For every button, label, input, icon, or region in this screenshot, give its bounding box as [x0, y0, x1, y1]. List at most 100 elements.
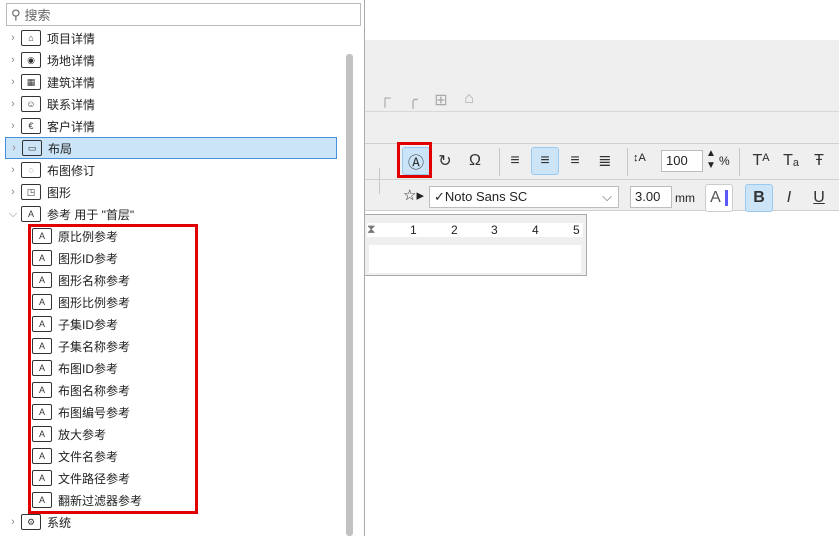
- omega-icon: Ω: [469, 152, 481, 169]
- chevron-right-icon[interactable]: ›: [5, 186, 21, 198]
- tree-item[interactable]: › ◉ 场地详情: [5, 49, 337, 71]
- tree-item-label: 系统: [47, 515, 72, 530]
- tree-item-label: 场地详情: [47, 53, 96, 68]
- ruler-panel: ⧗ 1 2 3 4 5: [365, 214, 587, 276]
- editor-area: ┌ ╭ ⊞ ⌂ Ⓐ ↻ Ω ≡ ≡ ≡ ≣ ↕A 100 ▲ ▼ % Tᴬ Tₐ …: [365, 0, 839, 536]
- special-char-button[interactable]: Ω: [461, 147, 489, 175]
- subscript-icon: Tₐ: [783, 152, 799, 169]
- search-placeholder: 搜索: [24, 8, 51, 23]
- ruler-scale[interactable]: ⧗ 1 2 3 4 5: [367, 222, 583, 237]
- underline-button[interactable]: U: [805, 184, 833, 212]
- justify-icon: ≣: [598, 153, 612, 170]
- home-icon[interactable]: ⌂: [459, 90, 479, 110]
- highlight-box-children: [28, 224, 198, 514]
- font-value: ✓Noto Sans SC: [434, 189, 528, 204]
- tree-item[interactable]: › ▭ 布局: [5, 137, 337, 159]
- tree-item[interactable]: › ◌ 布图修订: [5, 159, 337, 181]
- strikethrough-button[interactable]: Ŧ: [805, 147, 833, 175]
- revision-icon: ◌: [21, 162, 41, 178]
- align-center-button[interactable]: ≡: [531, 147, 559, 175]
- building-icon: ▦: [21, 74, 41, 90]
- tree-item[interactable]: › ⌂ 项目详情: [5, 27, 337, 49]
- chevron-right-icon[interactable]: ›: [5, 164, 21, 176]
- tree-item-label: 参考 用于 "首层": [47, 207, 135, 222]
- text-color-button[interactable]: A: [705, 184, 733, 212]
- layout-icon: ▭: [22, 140, 42, 156]
- align-left-button[interactable]: ≡: [501, 147, 529, 175]
- text-area[interactable]: [369, 245, 581, 273]
- underline-label: U: [813, 189, 825, 206]
- tree-item-label: 项目详情: [47, 31, 96, 46]
- corner-icon[interactable]: ┌: [375, 90, 395, 110]
- tree-item-label: 图形: [47, 185, 72, 200]
- font-select[interactable]: ✓Noto Sans SC ⌵: [429, 186, 619, 208]
- line-spacing-value: 100: [666, 153, 688, 168]
- italic-label: I: [786, 189, 792, 206]
- tree-item[interactable]: › ▦ 建筑详情: [5, 71, 337, 93]
- line-spacing-input[interactable]: 100: [661, 150, 703, 172]
- tree-item-label: 建筑详情: [47, 75, 96, 90]
- rotate-text-button[interactable]: ↻: [431, 147, 459, 175]
- text-color-label: A: [710, 189, 721, 206]
- navigator-panel: ⚲ 搜索 › ⌂ 项目详情 › ◉ 场地详情 › ▦ 建筑详情 › ☺ 联系详情 › € 客户详情 › ▭ 布局 ›…: [0, 0, 365, 536]
- tree-item-label: 联系详情: [47, 97, 96, 112]
- rotate-icon: ↻: [438, 153, 452, 170]
- ruler-tick: 3: [491, 223, 498, 237]
- ruler-tick: 2: [451, 223, 458, 237]
- strikethrough-icon: Ŧ: [814, 152, 824, 169]
- chevron-right-icon[interactable]: ›: [6, 142, 22, 154]
- chevron-right-icon[interactable]: ›: [5, 516, 21, 528]
- align-right-button[interactable]: ≡: [561, 147, 589, 175]
- chevron-right-icon[interactable]: ›: [5, 54, 21, 66]
- spinner-icon[interactable]: ▲ ▼: [706, 148, 716, 172]
- chevron-down-icon[interactable]: ⌵: [5, 208, 21, 221]
- superscript-button[interactable]: Tᴬ: [747, 147, 775, 175]
- bold-label: B: [753, 189, 765, 206]
- align-right-icon: ≡: [570, 152, 580, 169]
- chevron-right-icon[interactable]: ›: [5, 32, 21, 44]
- indent-marker-icon[interactable]: ⧗: [367, 222, 375, 237]
- search-icon: ⚲: [11, 6, 21, 22]
- font-size-input[interactable]: 3.00: [630, 186, 672, 208]
- tree-item-system[interactable]: › ⚙ 系统: [5, 511, 337, 533]
- system-icon: ⚙: [21, 514, 41, 530]
- tree-item[interactable]: › € 客户详情: [5, 115, 337, 137]
- ruler-tick: 5: [573, 223, 580, 237]
- text-format-toolbar: Ⓐ ↻ Ω ≡ ≡ ≡ ≣ ↕A 100 ▲ ▼ % Tᴬ Tₐ Ŧ ☆▸ ✓No…: [365, 143, 839, 212]
- color-swatch: [724, 190, 728, 206]
- map-pin-icon: ◉: [21, 52, 41, 68]
- highlight-box-toolbar: [397, 142, 432, 178]
- house-icon: ⌂: [21, 30, 41, 46]
- chevron-down-icon: ⌵: [602, 189, 612, 204]
- tree-item-label: 布图修订: [47, 163, 96, 178]
- toolbar-top: ┌ ╭ ⊞ ⌂: [365, 40, 839, 112]
- scrollbar[interactable]: [346, 54, 353, 536]
- contact-icon: ☺: [21, 96, 41, 112]
- subscript-button[interactable]: Tₐ: [777, 147, 805, 175]
- tree-item[interactable]: › ◳ 图形: [5, 181, 337, 203]
- drawing-icon: ◳: [21, 184, 41, 200]
- arc-icon[interactable]: ╭: [403, 90, 423, 110]
- tree-item-label: 布局: [48, 141, 73, 156]
- tree-item[interactable]: › ☺ 联系详情: [5, 93, 337, 115]
- align-center-icon: ≡: [540, 152, 550, 169]
- italic-button[interactable]: I: [775, 184, 803, 212]
- chevron-right-icon[interactable]: ›: [5, 120, 21, 132]
- chevron-right-icon[interactable]: ›: [5, 98, 21, 110]
- unit-label: mm: [675, 191, 695, 205]
- percent-label: %: [719, 154, 730, 168]
- superscript-icon: Tᴬ: [752, 152, 770, 169]
- resize-icon[interactable]: ⊞: [431, 90, 451, 110]
- chevron-right-icon[interactable]: ›: [5, 76, 21, 88]
- align-left-icon: ≡: [510, 152, 520, 169]
- client-icon: €: [21, 118, 41, 134]
- ruler-tick: 1: [410, 223, 417, 237]
- search-input[interactable]: ⚲ 搜索: [6, 3, 361, 26]
- bold-button[interactable]: B: [745, 184, 773, 212]
- justify-button[interactable]: ≣: [591, 147, 619, 175]
- favorite-star-icon[interactable]: ☆▸: [403, 186, 424, 204]
- tree-item[interactable]: ⌵ A 参考 用于 "首层": [5, 203, 337, 225]
- line-spacing-icon: ↕A: [633, 152, 646, 164]
- font-size-value: 3.00: [635, 189, 661, 204]
- ruler-tick: 4: [532, 223, 539, 237]
